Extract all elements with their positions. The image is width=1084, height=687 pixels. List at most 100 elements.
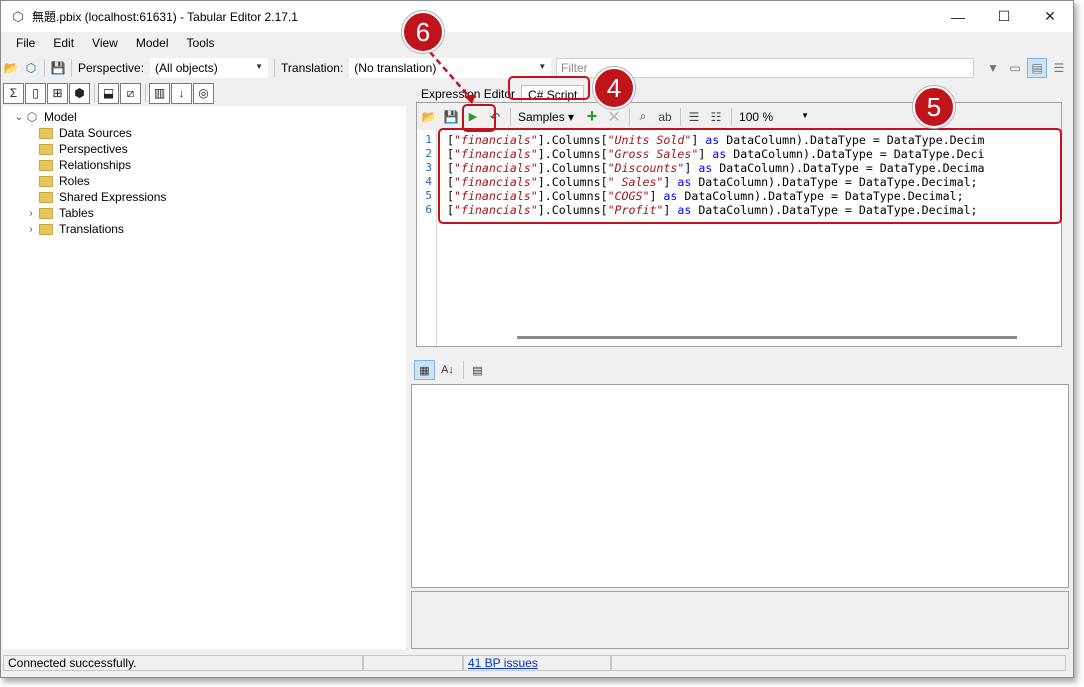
chevron-down-icon: ▼: [538, 62, 547, 71]
chevron-down-icon: ▼: [801, 110, 810, 120]
translation-dropdown[interactable]: (No translation) ▼: [349, 58, 552, 78]
partition-icon[interactable]: ⬢: [69, 82, 90, 104]
tree-item-label: Relationships: [59, 158, 132, 172]
callout-badge-4: 4: [593, 67, 635, 109]
translation-value: (No translation): [354, 61, 437, 75]
horizontal-scrollbar[interactable]: [517, 336, 1017, 339]
tree-item-data-sources[interactable]: Data Sources: [39, 125, 132, 141]
delete-icon[interactable]: ✕: [604, 107, 624, 127]
chevron-right-icon[interactable]: ›: [25, 224, 37, 235]
chevron-right-icon[interactable]: ›: [25, 208, 37, 219]
expanded-chevron-icon[interactable]: ⌄: [13, 112, 25, 123]
model-tree: ⌄ ⬡ Model Data Sources Perspectives Rela…: [3, 106, 406, 649]
sort-az-icon[interactable]: ↓: [171, 82, 192, 104]
toolbar-separator: [145, 84, 146, 102]
toolbar-separator: [274, 59, 276, 77]
status-message: Connected successfully.: [3, 655, 363, 671]
highlight-csharp-tab: [508, 76, 590, 100]
deploy-icon[interactable]: 💾: [48, 58, 68, 78]
bp-issues-link[interactable]: 41 BP issues: [468, 656, 538, 670]
property-pages-icon[interactable]: ▤: [467, 360, 488, 380]
minimize-button[interactable]: —: [935, 1, 981, 32]
filter-icon[interactable]: ▼: [983, 58, 1003, 78]
hierarchy-icon[interactable]: ⊞: [47, 82, 68, 104]
menu-model[interactable]: Model: [127, 36, 178, 50]
close-button[interactable]: ✕: [1027, 1, 1073, 32]
tree-item-roles[interactable]: Roles: [39, 173, 90, 189]
comment-icon[interactable]: ☰: [684, 107, 704, 127]
tree-item-model[interactable]: ⌄ ⬡ Model: [13, 109, 77, 125]
property-grid[interactable]: [411, 384, 1069, 588]
samples-dropdown[interactable]: Samples ▾: [514, 110, 578, 124]
columns-view-icon[interactable]: ▥: [149, 82, 170, 104]
highlight-code: [438, 128, 1062, 224]
metadata-icon[interactable]: ◎: [193, 82, 214, 104]
tree-item-tables[interactable]: › Tables: [25, 205, 94, 221]
column-icon[interactable]: ▯: [25, 82, 46, 104]
display-folders-icon[interactable]: ▤: [1027, 58, 1047, 78]
replace-icon[interactable]: ab: [655, 107, 675, 127]
toolbar-separator: [510, 107, 511, 126]
bp-issues-cell: 41 BP issues: [463, 655, 611, 671]
toolbar-separator: [680, 107, 682, 126]
menu-view[interactable]: View: [83, 36, 127, 50]
samples-label: Samples: [518, 109, 565, 124]
script-toolbar: 📂 💾 ▶ ↶ Samples ▾ + ✕ ⌕ ab ☰ ☷ 100 % ▼: [417, 103, 1061, 130]
connect-model-icon[interactable]: ⬡: [21, 58, 41, 78]
tab-expression-editor[interactable]: Expression Editor: [415, 85, 521, 103]
save-script-icon[interactable]: 💾: [441, 107, 461, 127]
sigma-icon[interactable]: Σ: [3, 82, 24, 104]
tree-item-translations[interactable]: › Translations: [25, 221, 124, 237]
folder-icon: [39, 191, 53, 203]
tree-item-label: Perspectives: [59, 142, 128, 156]
line-number: 1: [425, 133, 432, 146]
toolbar-separator: [731, 107, 733, 126]
menu-bar: File Edit View Model Tools: [1, 32, 1073, 54]
add-custom-action-icon[interactable]: +: [582, 106, 602, 127]
hidden-objects-icon[interactable]: ⬓: [98, 82, 119, 104]
sort-alphabetical-icon[interactable]: A↓: [437, 360, 458, 380]
toolbar-separator: [463, 361, 464, 379]
tree-item-label: Model: [44, 110, 77, 124]
status-cell-empty: [611, 655, 1066, 671]
tree-item-label: Tables: [59, 206, 94, 220]
model-icon: ⬡: [26, 110, 38, 124]
menu-edit[interactable]: Edit: [44, 36, 83, 50]
view-options: ▼ ▭ ▤ ☰: [983, 58, 1069, 78]
line-number: 4: [425, 175, 432, 188]
show-hidden-icon[interactable]: ▭: [1005, 58, 1025, 78]
categorized-icon[interactable]: ▦: [414, 360, 435, 380]
tree-item-label: Translations: [59, 222, 124, 236]
show-columns-icon[interactable]: ☰: [1049, 58, 1069, 78]
folder-icon: [39, 143, 53, 155]
folder-icon: [39, 159, 53, 171]
window-controls: — ☐ ✕: [935, 1, 1073, 32]
tree-item-label: Shared Expressions: [59, 190, 167, 204]
toolbar-separator: [94, 84, 95, 102]
perspective-dropdown[interactable]: (All objects) ▼: [150, 58, 269, 78]
zoom-value: 100 %: [739, 109, 774, 124]
window-title: 無題.pbix (localhost:61631) - Tabular Edit…: [32, 10, 298, 24]
tree-item-perspectives[interactable]: Perspectives: [39, 141, 128, 157]
open-script-icon[interactable]: 📂: [419, 107, 439, 127]
menu-file[interactable]: File: [7, 36, 44, 50]
toolbar-separator: [629, 107, 631, 126]
line-number: 5: [425, 189, 432, 202]
tree-item-relationships[interactable]: Relationships: [39, 157, 131, 173]
toolbar-separator: [71, 59, 72, 77]
hidden-columns-icon[interactable]: ⧄: [120, 82, 141, 104]
status-cell-empty: [363, 655, 463, 671]
zoom-dropdown[interactable]: 100 % ▼: [735, 107, 811, 127]
property-description: [411, 591, 1069, 649]
title-bar: ⬡ 無題.pbix (localhost:61631) - Tabular Ed…: [1, 1, 1073, 32]
property-toolbar: ▦ A↓ ▤: [411, 358, 1062, 382]
find-icon[interactable]: ⌕: [633, 107, 653, 127]
uncomment-icon[interactable]: ☷: [706, 107, 726, 127]
menu-tools[interactable]: Tools: [178, 36, 224, 50]
tree-item-shared-expressions[interactable]: Shared Expressions: [39, 189, 166, 205]
status-bar: Connected successfully. 41 BP issues: [1, 653, 1073, 673]
toolbar-separator: [44, 59, 45, 77]
callout-badge-5: 5: [913, 86, 955, 128]
open-file-icon[interactable]: 📂: [1, 58, 21, 78]
maximize-button[interactable]: ☐: [981, 1, 1027, 32]
